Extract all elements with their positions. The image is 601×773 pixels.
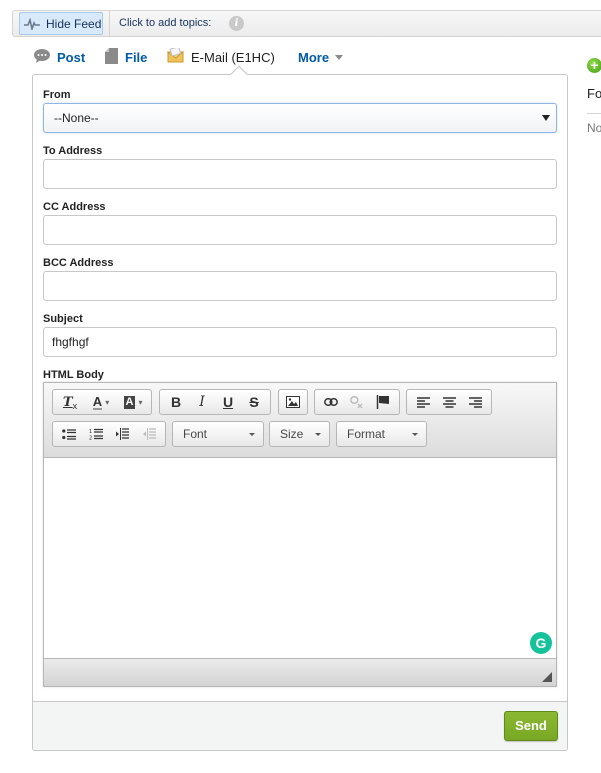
from-label: From: [43, 89, 71, 101]
pulse-icon: [24, 17, 40, 30]
dropdown-arrow-icon: [249, 433, 255, 436]
tab-label: Post: [57, 49, 86, 65]
to-address-input[interactable]: [43, 159, 557, 189]
image-icon[interactable]: [282, 391, 304, 413]
subject-input[interactable]: fhgfhgf: [43, 327, 557, 357]
format-dropdown-label: Format: [347, 427, 386, 441]
tab-pointer: [230, 65, 248, 83]
toolbar-group-lists: 12: [52, 421, 166, 447]
from-select-value: --None--: [54, 111, 99, 125]
toolbar-group-insert: [278, 389, 308, 415]
html-body-editor[interactable]: [44, 458, 556, 658]
toolbar-group-align: [406, 389, 492, 415]
from-select[interactable]: --None--: [43, 103, 557, 133]
toolbar-group-styles: Tx A ▾ A ▾: [52, 389, 152, 415]
right-panel-title: Fo: [587, 86, 601, 101]
align-left-icon[interactable]: [410, 391, 436, 413]
remove-format-icon[interactable]: Tx: [56, 391, 84, 413]
send-button[interactable]: Send: [504, 711, 558, 741]
svg-text:2: 2: [89, 436, 92, 441]
cc-address-label: CC Address: [43, 201, 106, 213]
numbered-list-icon[interactable]: 12: [83, 423, 110, 445]
align-right-icon[interactable]: [462, 391, 488, 413]
bold-icon[interactable]: B: [163, 391, 189, 413]
panel-footer: Send: [33, 701, 567, 750]
dropdown-arrow-icon: [315, 433, 321, 436]
toolbar-group-links: [314, 389, 400, 415]
underline-icon[interactable]: U: [215, 391, 241, 413]
add-topics-link[interactable]: Click to add topics:: [119, 17, 211, 29]
dropdown-arrow-icon: [412, 433, 418, 436]
bcc-address-label: BCC Address: [43, 257, 114, 269]
tab-file[interactable]: File: [105, 47, 147, 67]
anchor-flag-icon[interactable]: [370, 391, 396, 413]
tab-more[interactable]: More: [298, 47, 344, 67]
toolbar-group-basic: B I U S: [159, 389, 271, 415]
increase-indent-icon[interactable]: [136, 423, 163, 445]
divider: [587, 113, 601, 114]
tab-label: File: [125, 49, 148, 65]
info-icon[interactable]: i: [229, 16, 244, 31]
html-body-label: HTML Body: [43, 369, 104, 381]
editor-status-bar: [44, 658, 556, 686]
cc-address-input[interactable]: [43, 215, 557, 245]
font-dropdown[interactable]: Font: [172, 421, 264, 447]
align-center-icon[interactable]: [436, 391, 462, 413]
background-color-icon[interactable]: A ▾: [118, 391, 148, 413]
envelope-icon: [166, 46, 185, 66]
format-dropdown[interactable]: Format: [336, 421, 427, 447]
grammarly-icon[interactable]: G: [530, 632, 552, 654]
email-publisher-panel: From --None-- To Address CC Address BCC …: [32, 65, 568, 751]
bcc-address-input[interactable]: [43, 271, 557, 301]
rich-text-editor: Tx A ▾ A ▾ B I U S 1 2 Font Size Format …: [43, 382, 557, 687]
right-panel-text: No: [587, 121, 601, 135]
size-dropdown[interactable]: Size: [269, 421, 330, 447]
strikethrough-icon[interactable]: S: [241, 391, 267, 413]
dropdown-arrow-icon: [542, 115, 550, 121]
speech-bubble-icon: [34, 48, 50, 66]
text-color-icon[interactable]: A ▾: [84, 391, 118, 413]
italic-icon[interactable]: I: [189, 391, 215, 413]
decrease-indent-icon[interactable]: [109, 423, 136, 445]
divider: [109, 11, 110, 36]
link-icon[interactable]: [318, 391, 344, 413]
feed-topbar: Hide Feed Click to add topics: i: [12, 10, 601, 37]
font-dropdown-label: Font: [183, 427, 208, 441]
resize-handle-icon[interactable]: [542, 672, 552, 682]
unlink-icon[interactable]: [344, 391, 370, 413]
tab-post[interactable]: Post: [34, 47, 85, 67]
file-icon: [105, 47, 118, 67]
to-address-label: To Address: [43, 145, 103, 157]
editor-toolbar: Tx A ▾ A ▾ B I U S 1 2 Font Size Format: [44, 383, 556, 458]
hide-feed-button[interactable]: Hide Feed: [19, 12, 103, 35]
tab-label: E-Mail (E1HC): [191, 49, 275, 65]
tab-label: More: [298, 49, 330, 65]
hide-feed-label: Hide Feed: [46, 16, 102, 31]
subject-label: Subject: [43, 313, 83, 325]
caret-down-icon: [335, 55, 344, 60]
svg-text:1: 1: [89, 429, 92, 435]
tab-email[interactable]: E-Mail (E1HC): [166, 46, 275, 67]
bulleted-list-icon[interactable]: [56, 423, 83, 445]
add-icon[interactable]: +: [587, 58, 601, 73]
size-dropdown-label: Size: [280, 427, 304, 441]
